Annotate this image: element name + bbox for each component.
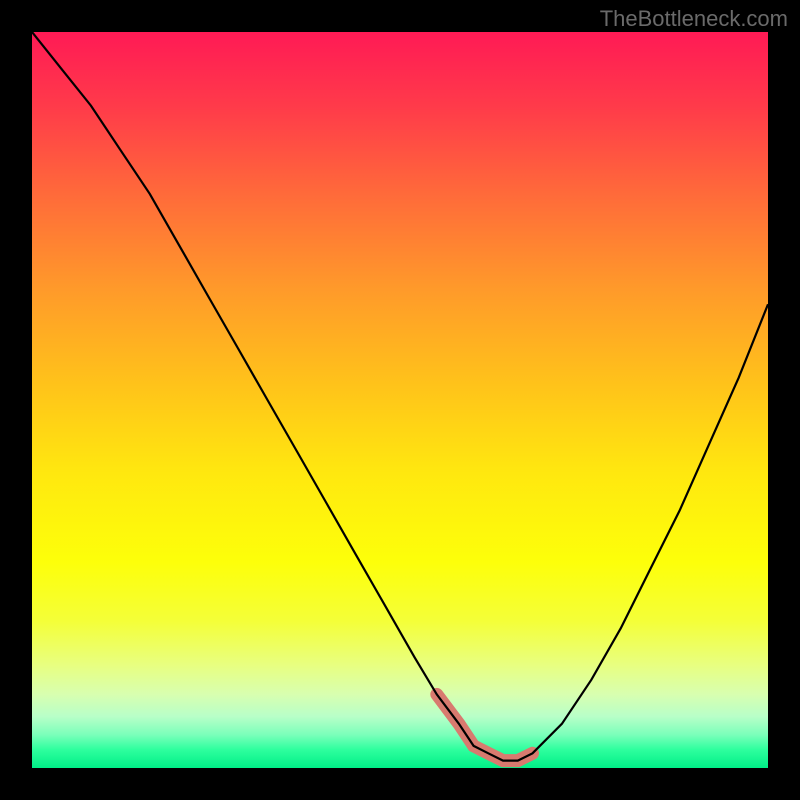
chart-plot-area [32,32,768,768]
watermark-text: TheBottleneck.com [600,6,788,32]
chart-svg [32,32,768,768]
bottleneck-curve-line [32,32,768,761]
